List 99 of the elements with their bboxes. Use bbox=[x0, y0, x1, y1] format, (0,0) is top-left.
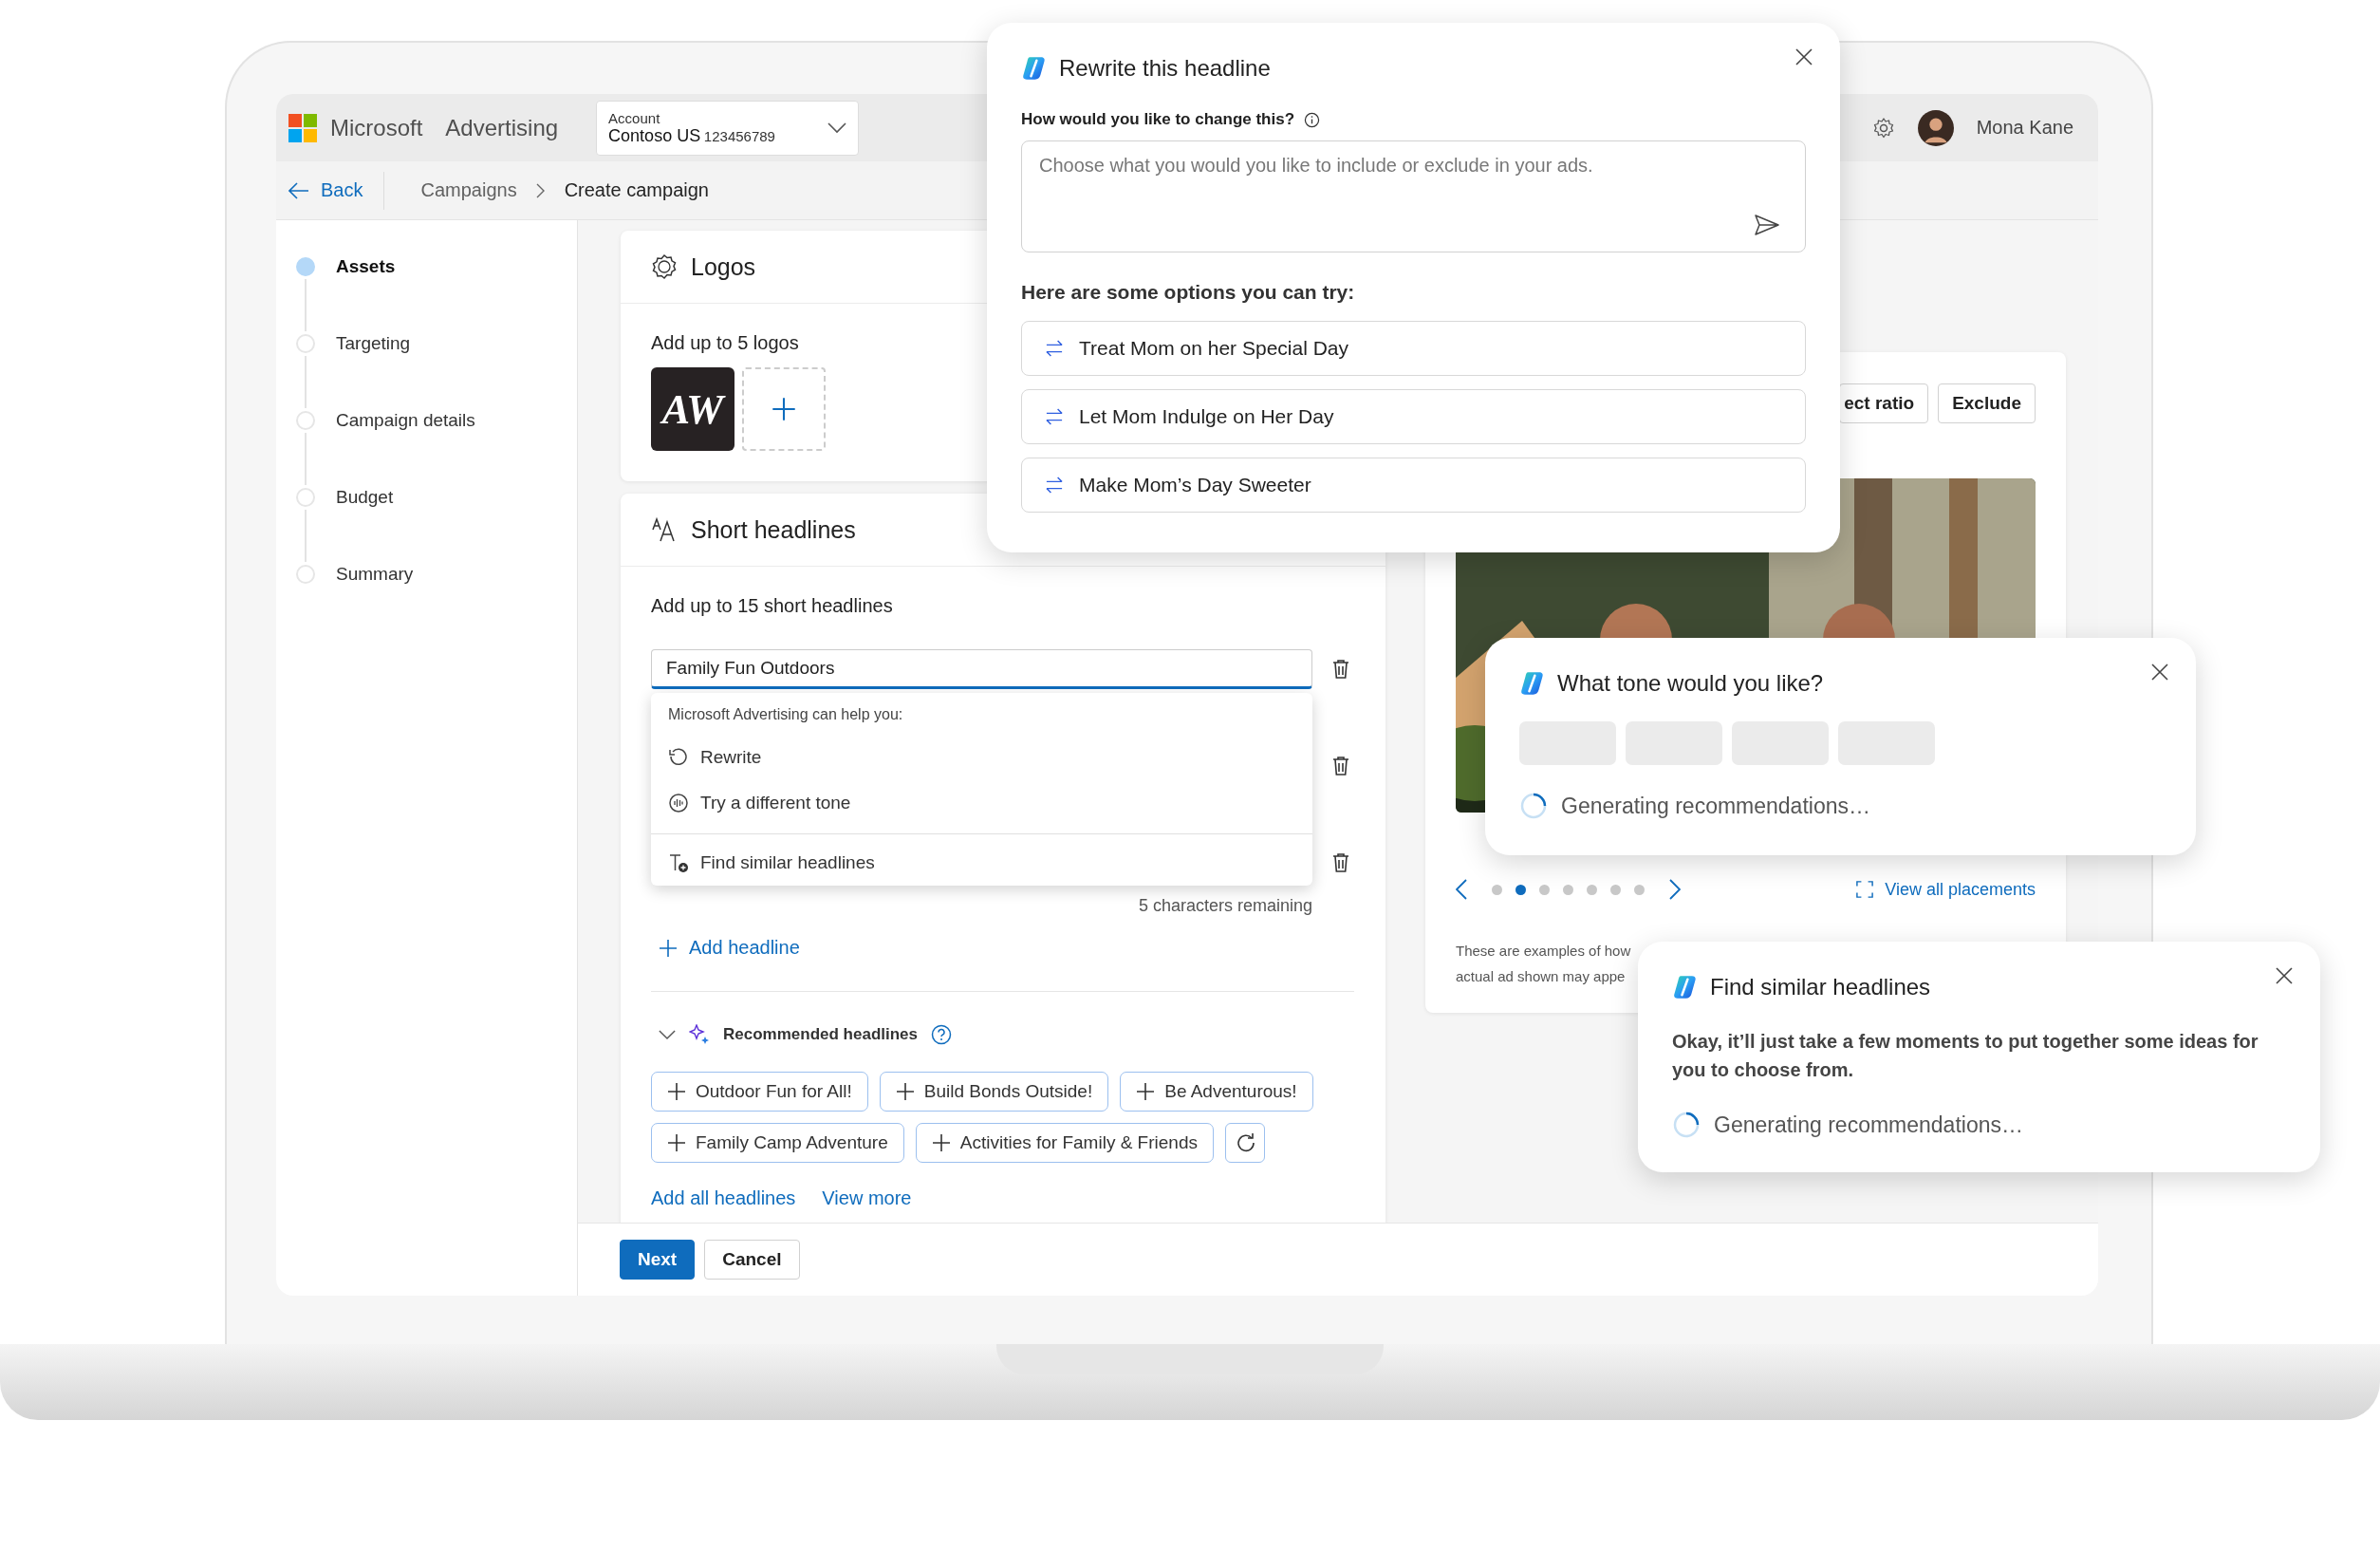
menu-item[interactable]: Find similar headlines bbox=[651, 840, 1312, 886]
copilot-icon bbox=[1519, 670, 1546, 697]
product-name: Advertising bbox=[445, 114, 559, 141]
carousel-dot[interactable] bbox=[1492, 884, 1502, 895]
swap-icon bbox=[1045, 340, 1064, 357]
copilot-icon bbox=[1021, 55, 1048, 82]
character-count: 5 characters remaining bbox=[1137, 896, 1312, 916]
step-item[interactable]: Assets bbox=[296, 254, 577, 279]
suggestion-chip[interactable]: Activities for Family & Friends bbox=[915, 1123, 1214, 1163]
expand-icon bbox=[1856, 881, 1874, 898]
status-text: Generating recommendations… bbox=[1714, 1112, 2023, 1138]
prompt-field[interactable]: Choose what you would you like to include or exclude in your ads. bbox=[1021, 140, 1806, 252]
menu-item[interactable]: Try a different tone bbox=[651, 780, 1312, 826]
option-button[interactable]: Make Mom’s Day Sweeter bbox=[1021, 458, 1806, 513]
refresh-button[interactable] bbox=[1225, 1123, 1265, 1163]
sparkle-icon bbox=[689, 1024, 710, 1045]
dialog-message: Okay, it’ll just take a few moments to put together some ideas for you to choose from. bbox=[1672, 1030, 2259, 1082]
hint-text: Add up to 15 short headlines bbox=[651, 595, 893, 616]
close-button[interactable] bbox=[1794, 47, 1813, 66]
badge-icon bbox=[651, 253, 678, 280]
headline-field[interactable]: Family Fun Outdoors bbox=[651, 649, 1312, 689]
close-button[interactable] bbox=[2150, 663, 2169, 682]
trash-icon[interactable] bbox=[1331, 852, 1350, 873]
help-icon[interactable] bbox=[931, 1024, 952, 1045]
next-button[interactable]: Next bbox=[620, 1240, 696, 1280]
spinner-icon bbox=[1519, 792, 1548, 820]
brand-name: Microsoft bbox=[330, 114, 423, 141]
filter-button[interactable]: ect ratio bbox=[1839, 383, 1929, 423]
account-dropdown[interactable]: Account Contoso US 123456789 bbox=[596, 100, 860, 156]
plus-icon bbox=[772, 397, 796, 421]
carousel-dot[interactable] bbox=[1563, 884, 1573, 895]
settings-icon[interactable] bbox=[1871, 116, 1895, 140]
logo-tile[interactable]: AW bbox=[651, 367, 734, 451]
section-title: Recommended headlines bbox=[723, 1025, 918, 1044]
chevron-right-icon bbox=[535, 182, 546, 198]
carousel-dot[interactable] bbox=[1515, 884, 1526, 895]
dialog-title: Find similar headlines bbox=[1710, 974, 1931, 1000]
trash-icon[interactable] bbox=[1331, 756, 1350, 776]
step-item[interactable]: Summary bbox=[296, 562, 577, 587]
suggestion-chip[interactable]: Family Camp Adventure bbox=[651, 1123, 904, 1163]
avatar-icon[interactable] bbox=[1917, 109, 1954, 146]
step-item[interactable]: Targeting bbox=[296, 331, 577, 356]
plus-icon bbox=[931, 1133, 951, 1152]
status-text: Generating recommendations… bbox=[1561, 793, 1870, 819]
text-add-icon bbox=[668, 852, 689, 873]
options-heading: Here are some options you can try: bbox=[1021, 281, 1356, 304]
card-title: Short headlines bbox=[691, 515, 856, 544]
carousel-dot[interactable] bbox=[1610, 884, 1621, 895]
card-title: Logos bbox=[691, 252, 756, 281]
breadcrumb-item: Create campaign bbox=[564, 179, 709, 201]
view-more-link[interactable]: View more bbox=[822, 1187, 912, 1209]
plus-icon bbox=[1136, 1082, 1156, 1101]
plus-icon bbox=[895, 1082, 915, 1101]
undo-circle-icon bbox=[668, 747, 689, 768]
swap-icon bbox=[1045, 477, 1064, 494]
suggestion-chip[interactable]: Be Adventurous! bbox=[1120, 1072, 1313, 1112]
microsoft-logo-icon bbox=[288, 113, 317, 142]
note-text: These are examples of how bbox=[1456, 942, 1631, 961]
view-all-link[interactable]: View all placements bbox=[1856, 879, 2036, 900]
plus-icon bbox=[659, 938, 678, 958]
step-item[interactable]: Budget bbox=[296, 485, 577, 510]
font-size-icon bbox=[651, 516, 678, 543]
step-item[interactable]: Campaign details bbox=[296, 408, 577, 433]
menu-item[interactable]: Rewrite bbox=[651, 735, 1312, 780]
close-button[interactable] bbox=[2275, 966, 2294, 985]
menu-heading: Microsoft Advertising can help you: bbox=[667, 705, 904, 724]
suggestion-chip[interactable]: Outdoor Fun for All! bbox=[651, 1072, 868, 1112]
filter-button[interactable]: Exclude bbox=[1938, 383, 2036, 423]
option-button[interactable]: Let Mom Indulge on Her Day bbox=[1021, 389, 1806, 444]
plus-icon bbox=[667, 1082, 686, 1101]
option-button[interactable]: Treat Mom on her Special Day bbox=[1021, 321, 1806, 376]
add-all-link[interactable]: Add all headlines bbox=[651, 1187, 796, 1209]
note-text: actual ad shown may appe bbox=[1456, 967, 1626, 986]
carousel-dot[interactable] bbox=[1539, 884, 1550, 895]
plus-icon bbox=[667, 1133, 686, 1152]
cancel-button[interactable]: Cancel bbox=[704, 1240, 800, 1280]
breadcrumb-item[interactable]: Campaigns bbox=[420, 179, 517, 201]
sound-wave-icon bbox=[668, 793, 689, 813]
suggestion-chip[interactable]: Build Bonds Outside! bbox=[879, 1072, 1109, 1112]
dialog-title: What tone would you like? bbox=[1557, 670, 1824, 697]
trash-icon[interactable] bbox=[1331, 659, 1350, 680]
previous-arrow-icon[interactable] bbox=[1456, 879, 1467, 900]
carousel-dot[interactable] bbox=[1634, 884, 1645, 895]
spinner-icon bbox=[1672, 1111, 1701, 1139]
user-name: Mona Kane bbox=[1976, 117, 2073, 139]
copilot-icon bbox=[1672, 974, 1699, 1000]
next-arrow-icon[interactable] bbox=[1669, 879, 1681, 900]
chevron-down-icon bbox=[827, 121, 847, 134]
info-icon[interactable] bbox=[1304, 111, 1321, 128]
back-arrow-icon bbox=[288, 181, 309, 199]
refresh-icon bbox=[1235, 1132, 1255, 1153]
field-label: How would you like to change this? bbox=[1021, 110, 1295, 129]
carousel-dot[interactable] bbox=[1587, 884, 1597, 895]
add-headline-link[interactable]: Add headline bbox=[659, 937, 800, 959]
hint-text: Add up to 5 logos bbox=[651, 332, 799, 353]
back-link[interactable]: Back bbox=[288, 179, 363, 201]
swap-icon bbox=[1045, 408, 1064, 425]
dialog-title: Rewrite this headline bbox=[1059, 55, 1271, 82]
send-icon[interactable] bbox=[1755, 215, 1779, 235]
